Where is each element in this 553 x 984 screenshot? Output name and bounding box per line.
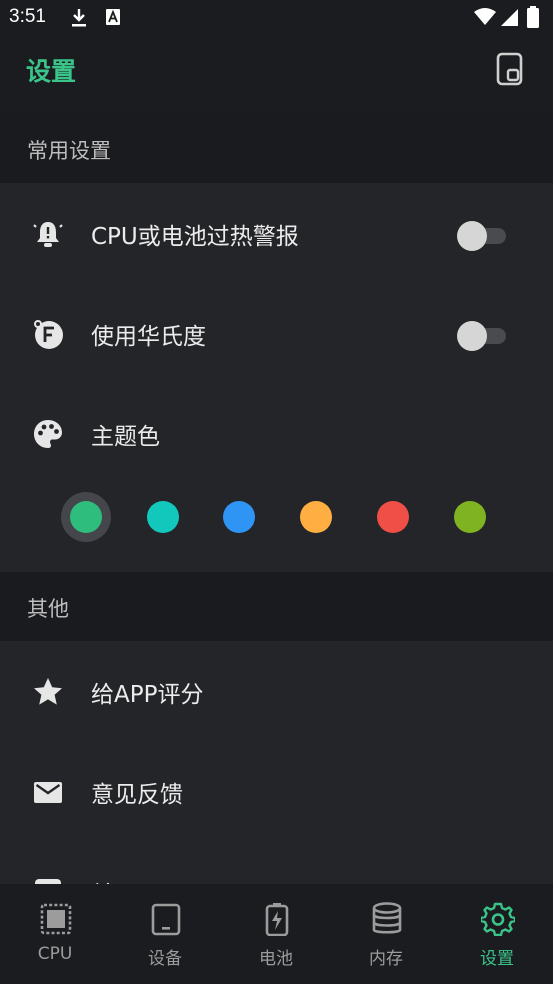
setting-feedback[interactable]: 意见反馈 (0, 741, 553, 841)
nav-battery[interactable]: 电池 (221, 884, 331, 984)
database-icon (372, 902, 402, 934)
cpu-icon (40, 903, 72, 935)
toggle-thumb (457, 221, 487, 251)
section-header-other: 其他 (0, 572, 553, 641)
setting-label: 给APP评分 (91, 682, 204, 708)
nav-label: 内存 (369, 949, 403, 969)
section-title: 常用设置 (27, 139, 111, 163)
swatch-lime[interactable] (454, 501, 486, 533)
nav-cpu[interactable]: CPU (0, 884, 110, 984)
signal-icon (501, 9, 518, 26)
fahrenheit-icon (34, 320, 63, 349)
swatch-teal[interactable] (147, 501, 179, 533)
setting-label: CPU或电池过热警报 (91, 224, 299, 250)
nav-settings[interactable]: 设置 (442, 884, 552, 984)
setting-theme-color: 主题色 (0, 383, 553, 483)
setting-fahrenheit[interactable]: 使用华氏度 (0, 283, 553, 383)
app-bar: 设置 (0, 36, 553, 114)
nav-device[interactable]: 设备 (110, 884, 220, 984)
floating-window-icon[interactable] (495, 52, 525, 86)
setting-rate-app[interactable]: 给APP评分 (0, 641, 553, 741)
section-title: 其他 (27, 597, 69, 621)
palette-icon (34, 420, 62, 448)
star-icon (34, 678, 62, 705)
download-icon (72, 9, 86, 27)
nav-label: CPU (37, 944, 73, 964)
theme-color-swatches (0, 478, 553, 556)
fahrenheit-toggle[interactable] (457, 319, 507, 351)
swatch-red[interactable] (377, 501, 409, 533)
setting-label: 主题色 (91, 424, 160, 450)
bottom-nav: CPU 设备 电池 内存 设置 (0, 884, 553, 984)
battery-charging-icon (265, 903, 289, 936)
app-notification-icon (106, 9, 120, 25)
alarm-bell-icon (33, 222, 63, 247)
tablet-icon (151, 903, 181, 936)
gear-icon (481, 902, 515, 936)
mail-icon (34, 782, 62, 803)
swatch-green[interactable] (70, 501, 102, 533)
battery-icon (527, 6, 539, 28)
status-time: 3:51 (9, 6, 46, 27)
status-bar: 3:51 (0, 0, 553, 36)
setting-label: 意见反馈 (91, 782, 183, 808)
swatch-orange[interactable] (300, 501, 332, 533)
toggle-thumb (457, 321, 487, 351)
setting-overheat-alert[interactable]: CPU或电池过热警报 (0, 183, 553, 283)
wifi-icon (474, 8, 496, 25)
nav-label: 设备 (148, 949, 182, 969)
nav-label: 电池 (259, 949, 293, 969)
nav-label: 设置 (480, 949, 514, 969)
setting-label: 使用华氏度 (91, 324, 206, 350)
section-header-common: 常用设置 (0, 114, 553, 183)
page-title: 设置 (26, 57, 77, 86)
nav-memory[interactable]: 内存 (331, 884, 441, 984)
swatch-blue[interactable] (223, 501, 255, 533)
overheat-alert-toggle[interactable] (457, 219, 507, 251)
